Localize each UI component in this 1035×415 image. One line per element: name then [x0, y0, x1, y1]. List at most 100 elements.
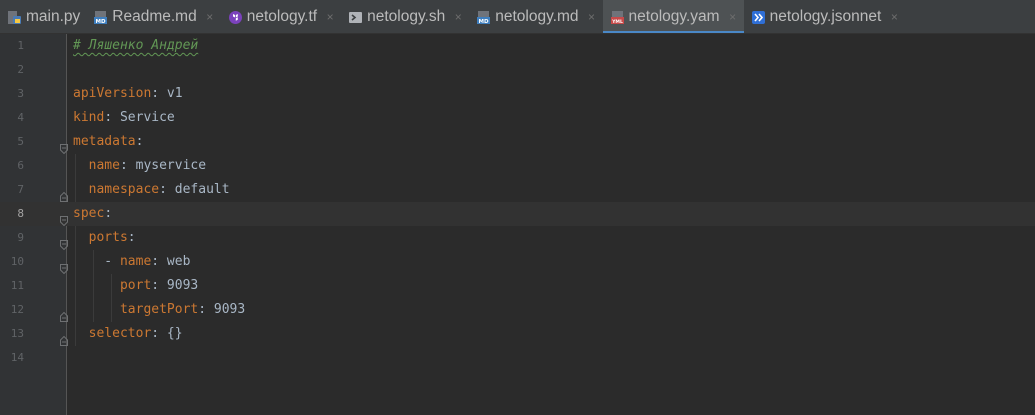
yaml-value: : Service — [104, 110, 175, 125]
yaml-key: ports — [88, 230, 128, 245]
code-line[interactable]: 1 # Ляшенко Андрей — [0, 34, 1035, 58]
yaml-file-icon: YML — [610, 10, 625, 25]
yaml-value — [73, 302, 120, 317]
line-number: 10 — [10, 255, 24, 268]
tab-label: netology.md — [495, 8, 579, 25]
tab-label: netology.yam — [628, 8, 720, 25]
indent-guide — [111, 274, 112, 322]
code-line[interactable]: 9 ports: — [0, 226, 1035, 251]
line-number: 8 — [17, 207, 24, 220]
code-line[interactable]: 11 port: 9093 — [0, 274, 1035, 298]
fold-open-icon[interactable] — [60, 137, 68, 155]
code-text: namespace: default — [73, 178, 230, 202]
python-file-icon — [7, 10, 22, 25]
code-text: port: 9093 — [73, 274, 198, 298]
code-editor[interactable]: 1 # Ляшенко Андрей 2 3 apiVersion: v1 4 kind: … — [0, 34, 1035, 415]
line-number: 2 — [17, 63, 24, 76]
code-text: ports: — [73, 226, 136, 250]
fold-end-icon[interactable] — [60, 185, 68, 202]
tab-label: netology.tf — [246, 8, 318, 25]
yaml-key: metadata — [73, 134, 136, 149]
line-number: 6 — [17, 159, 24, 172]
yaml-key: spec — [73, 206, 105, 221]
yaml-value: : — [104, 206, 113, 221]
fold-open-icon[interactable] — [60, 209, 68, 227]
fold-end-icon[interactable] — [60, 305, 68, 322]
tab-readme-md[interactable]: MD Readme.md × — [86, 0, 220, 33]
code-text: spec: — [73, 202, 112, 226]
line-number: 9 — [17, 231, 24, 244]
jsonnet-file-icon — [751, 10, 766, 25]
code-line[interactable]: 7 namespace: default — [0, 178, 1035, 202]
fold-end-icon[interactable] — [60, 329, 68, 346]
yaml-value: : default — [159, 182, 230, 197]
fold-open-icon[interactable] — [60, 257, 68, 275]
tab-netology-yam[interactable]: YML netology.yam × — [602, 0, 744, 33]
yaml-value: : {} — [151, 326, 183, 341]
svg-text:MD: MD — [96, 19, 106, 25]
svg-text:MD: MD — [479, 19, 489, 25]
yaml-value: - — [73, 254, 120, 269]
code-text: metadata: — [73, 130, 143, 154]
tab-netology-md[interactable]: MD netology.md × — [469, 0, 602, 33]
code-line[interactable]: 5 metadata: — [0, 130, 1035, 155]
yaml-value — [73, 278, 120, 293]
code-text: # Ляшенко Андрей — [73, 34, 198, 58]
code-line[interactable]: 2 — [0, 58, 1035, 82]
terraform-file-icon — [228, 10, 243, 25]
close-tab-icon[interactable]: × — [587, 10, 597, 24]
shell-file-icon — [348, 10, 363, 25]
close-tab-icon[interactable]: × — [325, 10, 335, 24]
yaml-value: : web — [151, 254, 191, 269]
code-line[interactable]: 10 - name: web — [0, 250, 1035, 275]
svg-text:YML: YML — [611, 18, 623, 24]
tab-netology-tf[interactable]: netology.tf × — [221, 0, 341, 33]
yaml-key: selector — [88, 326, 152, 341]
editor-tab-bar: main.py MD Readme.md × netology.tf × netology.… — [0, 0, 1035, 34]
markdown-file-icon: MD — [476, 10, 491, 25]
tab-main-py[interactable]: main.py — [0, 0, 86, 33]
code-text: targetPort: 9093 — [73, 298, 245, 322]
indent-guide — [93, 250, 94, 322]
close-tab-icon[interactable]: × — [728, 10, 738, 24]
tab-netology-jsonnet[interactable]: netology.jsonnet × — [744, 0, 906, 33]
line-number: 4 — [17, 111, 24, 124]
line-number: 1 — [17, 39, 24, 52]
tab-label: Readme.md — [112, 8, 197, 25]
line-number: 5 — [17, 135, 24, 148]
line-number: 7 — [17, 183, 24, 196]
line-number: 3 — [17, 87, 24, 100]
close-tab-icon[interactable]: × — [889, 10, 899, 24]
yaml-key: name — [88, 158, 120, 173]
yaml-key: namespace — [88, 182, 160, 197]
line-number: 12 — [10, 303, 24, 316]
code-line[interactable]: 6 name: myservice — [0, 154, 1035, 178]
yaml-value: : — [127, 230, 136, 245]
tab-label: main.py — [26, 8, 81, 25]
code-text: kind: Service — [73, 106, 175, 130]
line-number: 13 — [10, 327, 24, 340]
indent-guide — [75, 226, 76, 346]
fold-open-icon[interactable] — [60, 233, 68, 251]
code-line[interactable]: 8 spec: — [0, 202, 1035, 227]
code-line[interactable]: 14 — [0, 346, 1035, 370]
line-number: 14 — [10, 351, 24, 364]
yaml-key: port — [119, 278, 152, 293]
yaml-key: apiVersion — [73, 86, 152, 101]
line-number: 11 — [10, 279, 24, 292]
code-line[interactable]: 4 kind: Service — [0, 106, 1035, 130]
code-text: name: myservice — [73, 154, 206, 178]
yaml-value: : 9093 — [198, 302, 246, 317]
code-line[interactable]: 12 targetPort: 9093 — [0, 298, 1035, 322]
tab-label: netology.sh — [367, 8, 446, 25]
code-text: selector: {} — [73, 322, 183, 346]
code-line[interactable]: 3 apiVersion: v1 — [0, 82, 1035, 106]
close-tab-icon[interactable]: × — [453, 10, 463, 24]
tab-label: netology.jsonnet — [769, 8, 882, 25]
indent-guide — [75, 154, 76, 202]
code-line[interactable]: 13 selector: {} — [0, 322, 1035, 346]
yaml-key: targetPort — [119, 302, 199, 317]
close-tab-icon[interactable]: × — [205, 10, 215, 24]
tab-netology-sh[interactable]: netology.sh × — [341, 0, 469, 33]
yaml-key: kind — [73, 110, 105, 125]
